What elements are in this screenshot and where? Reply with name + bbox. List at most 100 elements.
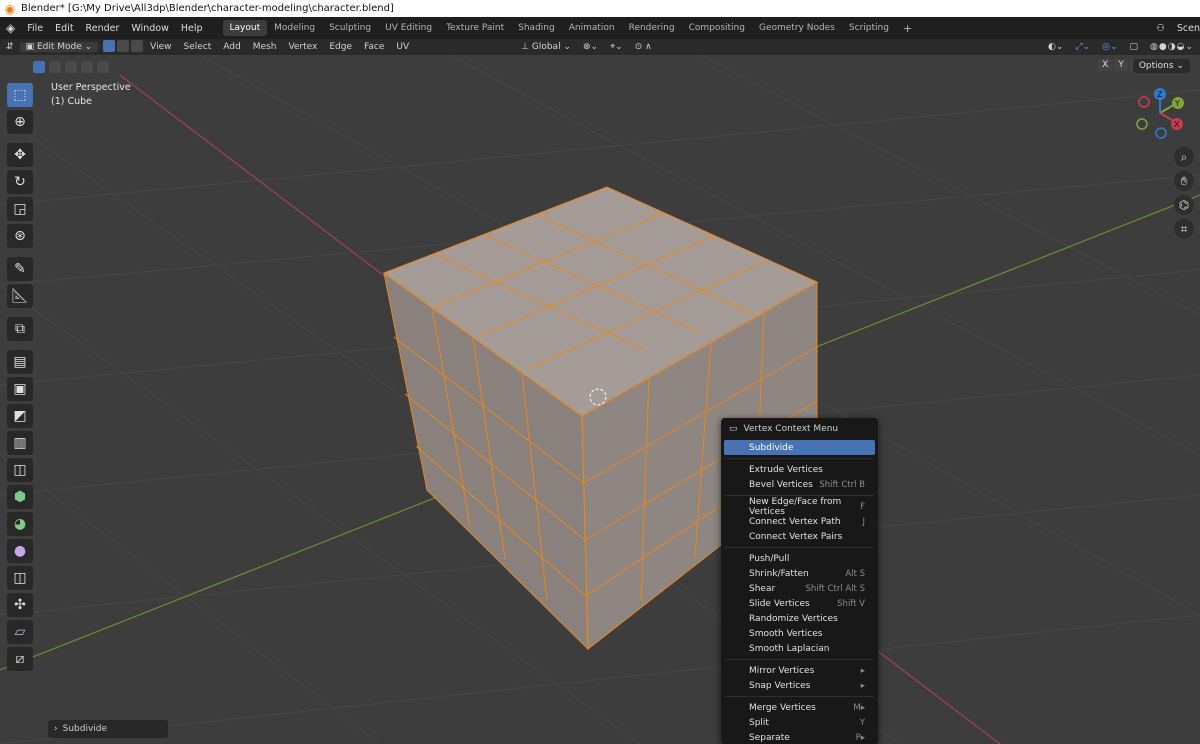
bevel-tool[interactable]: ◩ bbox=[7, 404, 33, 428]
annotate-tool[interactable]: ✎ bbox=[7, 257, 33, 281]
menu-item-shear[interactable]: Shear Shift Ctrl Alt S bbox=[724, 581, 875, 596]
mirror-y-toggle[interactable]: Y bbox=[1114, 59, 1128, 71]
menu-item-split[interactable]: Split Y bbox=[724, 715, 875, 730]
menu-item-push-pull[interactable]: Push/Pull bbox=[724, 551, 875, 566]
perspective-grid-icon[interactable]: ⌗ bbox=[1174, 219, 1194, 239]
scene-selector-icon[interactable]: ⚇ bbox=[1150, 23, 1171, 34]
add-cube-tool[interactable]: ⧉ bbox=[7, 317, 33, 341]
overlays-icon[interactable]: ◎⌄ bbox=[1096, 42, 1123, 52]
tab-modeling[interactable]: Modeling bbox=[267, 20, 322, 36]
menu-file[interactable]: File bbox=[21, 23, 49, 34]
cursor-tool[interactable]: ⊕ bbox=[7, 110, 33, 134]
select-intersect-button[interactable] bbox=[97, 61, 109, 73]
rip-tool[interactable]: ⧄ bbox=[7, 647, 33, 671]
tab-layout[interactable]: Layout bbox=[222, 20, 268, 36]
header-menu-edge[interactable]: Edge bbox=[323, 42, 358, 52]
poly-build-tool[interactable]: ⬢ bbox=[7, 485, 33, 509]
spin-tool[interactable]: ◕ bbox=[7, 512, 33, 536]
tab-rendering[interactable]: Rendering bbox=[622, 20, 682, 36]
menu-item-connect-vertex-pairs[interactable]: Connect Vertex Pairs bbox=[724, 529, 875, 544]
gizmo-neg-x[interactable] bbox=[1138, 96, 1150, 108]
header-menu-mesh[interactable]: Mesh bbox=[247, 42, 283, 52]
visibility-icon[interactable]: ◐⌄ bbox=[1042, 42, 1069, 52]
menu-item-separate[interactable]: Separate P▸ bbox=[724, 730, 875, 744]
edge-select-mode-button[interactable] bbox=[117, 39, 130, 52]
proportional-editing-icon[interactable]: ⊙ ∧ bbox=[629, 42, 658, 52]
menu-item-mirror-vertices[interactable]: Mirror Vertices ▸ bbox=[724, 663, 875, 678]
select-invert-button[interactable] bbox=[81, 61, 93, 73]
gizmo-toggle-icon[interactable]: ⤢⌄ bbox=[1069, 42, 1096, 52]
options-button[interactable]: Options ⌄ bbox=[1132, 59, 1190, 73]
tab-sculpting[interactable]: Sculpting bbox=[322, 20, 378, 36]
header-menu-add[interactable]: Add bbox=[217, 42, 246, 52]
menu-item-subdivide[interactable]: Subdivide bbox=[724, 440, 875, 455]
header-menu-vertex[interactable]: Vertex bbox=[282, 42, 323, 52]
select-subtract-button[interactable] bbox=[65, 61, 77, 73]
select-new-button[interactable] bbox=[33, 61, 45, 73]
tab-texture-paint[interactable]: Texture Paint bbox=[439, 20, 511, 36]
tab-uv-editing[interactable]: UV Editing bbox=[378, 20, 439, 36]
mirror-x-toggle[interactable]: X bbox=[1098, 59, 1113, 71]
mode-selector[interactable]: ▣ Edit Mode ⌄ bbox=[19, 42, 99, 52]
menu-render[interactable]: Render bbox=[80, 23, 126, 34]
menu-item-smooth-laplacian[interactable]: Smooth Laplacian bbox=[724, 641, 875, 656]
gizmo-neg-y[interactable] bbox=[1136, 118, 1148, 130]
menu-item-shrink-fatten[interactable]: Shrink/Fatten Alt S bbox=[724, 566, 875, 581]
menu-window[interactable]: Window bbox=[125, 23, 174, 34]
gizmo-neg-z[interactable] bbox=[1155, 127, 1167, 139]
xray-toggle-icon[interactable]: ▢ bbox=[1124, 42, 1145, 52]
tab-animation[interactable]: Animation bbox=[562, 20, 622, 36]
snap-icon[interactable]: ⌖⌄ bbox=[604, 42, 629, 52]
shrink-fatten-tool[interactable]: ✣ bbox=[7, 593, 33, 617]
header-menu-select[interactable]: Select bbox=[178, 42, 218, 52]
camera-view-icon[interactable]: ⌬ bbox=[1174, 195, 1194, 215]
tab-geometry-nodes[interactable]: Geometry Nodes bbox=[752, 20, 842, 36]
pan-hand-icon[interactable]: ✋︎ bbox=[1174, 171, 1194, 191]
viewport-scene: Y X Z bbox=[0, 55, 1200, 744]
adjust-last-operation-panel[interactable]: › Subdivide bbox=[48, 720, 168, 738]
tab-compositing[interactable]: Compositing bbox=[682, 20, 752, 36]
menu-item-randomize-vertices[interactable]: Randomize Vertices bbox=[724, 611, 875, 626]
menu-item-bevel-vertices[interactable]: Bevel Vertices Shift Ctrl B bbox=[724, 477, 875, 492]
menu-item-extrude-vertices[interactable]: Extrude Vertices bbox=[724, 462, 875, 477]
move-tool[interactable]: ✥ bbox=[7, 143, 33, 167]
extrude-tool[interactable]: ▤ bbox=[7, 350, 33, 374]
rotate-tool[interactable]: ↻ bbox=[7, 170, 33, 194]
tab-scripting[interactable]: Scripting bbox=[842, 20, 896, 36]
loop-cut-tool[interactable]: ▥ bbox=[7, 431, 33, 455]
menu-item-snap-vertices[interactable]: Snap Vertices ▸ bbox=[724, 678, 875, 693]
knife-tool[interactable]: ◫ bbox=[7, 458, 33, 482]
face-select-mode-button[interactable] bbox=[131, 39, 144, 52]
smooth-tool[interactable]: ● bbox=[7, 539, 33, 563]
editor-type-icon[interactable]: ◈ bbox=[0, 21, 21, 35]
vertex-select-mode-button[interactable] bbox=[103, 39, 116, 52]
orientation-selector[interactable]: ⊥ Global ⌄ bbox=[515, 42, 577, 52]
tab-shading[interactable]: Shading bbox=[511, 20, 562, 36]
shading-modes-icon[interactable]: ◍●◑◒⌄ bbox=[1144, 42, 1200, 52]
edge-slide-tool[interactable]: ◫ bbox=[7, 566, 33, 590]
editor-type-menu-icon[interactable]: ⇵ bbox=[0, 42, 20, 52]
header-menu-uv[interactable]: UV bbox=[390, 42, 415, 52]
scene-selector[interactable]: Scen bbox=[1171, 23, 1200, 34]
menu-help[interactable]: Help bbox=[175, 23, 209, 34]
menu-item-new-edge-face[interactable]: New Edge/Face from Vertices F bbox=[724, 497, 875, 517]
pivot-point-icon[interactable]: ⊗⌄ bbox=[577, 42, 604, 52]
menu-item-merge-vertices[interactable]: Merge Vertices M▸ bbox=[724, 700, 875, 715]
menu-item-smooth-vertices[interactable]: Smooth Vertices bbox=[724, 626, 875, 641]
zoom-icon[interactable]: ⌕ bbox=[1174, 147, 1194, 167]
3d-viewport[interactable]: Y X Z User Perspective (1) Cube X Y Z Op… bbox=[0, 55, 1200, 744]
shear-tool[interactable]: ▱ bbox=[7, 620, 33, 644]
select-extend-button[interactable] bbox=[49, 61, 61, 73]
select-box-tool[interactable]: ⬚ bbox=[7, 83, 33, 107]
add-workspace-button[interactable]: + bbox=[896, 19, 919, 38]
header-menu-view[interactable]: View bbox=[144, 42, 177, 52]
menu-edit[interactable]: Edit bbox=[49, 23, 79, 34]
header-menu-face[interactable]: Face bbox=[358, 42, 390, 52]
transform-tool[interactable]: ⊛ bbox=[7, 224, 33, 248]
inset-tool[interactable]: ▣ bbox=[7, 377, 33, 401]
measure-tool[interactable]: 📐︎ bbox=[7, 284, 33, 308]
mode-label: Edit Mode bbox=[36, 42, 82, 52]
menu-item-slide-vertices[interactable]: Slide Vertices Shift V bbox=[724, 596, 875, 611]
scale-tool[interactable]: ◲ bbox=[7, 197, 33, 221]
submenu-arrow-icon: ▸ bbox=[860, 665, 865, 676]
